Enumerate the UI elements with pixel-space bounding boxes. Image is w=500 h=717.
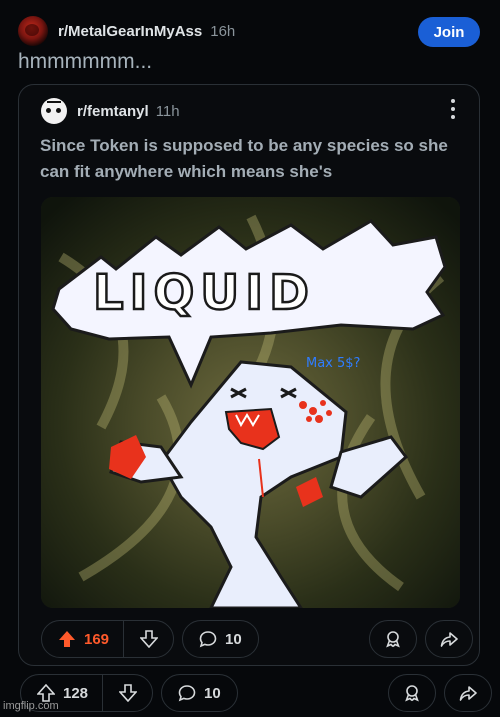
crosspost-downvote-button[interactable] bbox=[123, 620, 173, 658]
image-caption-text: LIQUID bbox=[93, 265, 315, 321]
upvote-icon[interactable] bbox=[58, 630, 76, 648]
crosspost-share-button[interactable] bbox=[424, 620, 473, 658]
crosspost-comment-count: 10 bbox=[225, 630, 242, 648]
share-icon bbox=[459, 686, 477, 701]
post-title[interactable]: hmmmmmm... bbox=[18, 50, 152, 74]
share-icon bbox=[440, 632, 458, 647]
imgflip-watermark: imgflip.com bbox=[3, 700, 59, 712]
post-image[interactable]: LIQUID Max 5$? bbox=[41, 197, 460, 608]
artist-signature: Max 5$? bbox=[306, 356, 360, 371]
post-header: r/MetalGearInMyAss 16h bbox=[18, 16, 235, 46]
post-time: 16h bbox=[210, 22, 236, 40]
post-downvote-button[interactable] bbox=[102, 674, 152, 712]
downvote-icon bbox=[118, 684, 137, 702]
crosspost-upvote-count: 169 bbox=[84, 630, 110, 648]
crosspost-vote-control: 169 bbox=[41, 620, 175, 658]
post-comment-count: 10 bbox=[204, 684, 221, 702]
post-award-button[interactable] bbox=[387, 674, 436, 712]
post-actions: 128 10 bbox=[20, 674, 492, 712]
award-icon bbox=[404, 685, 419, 702]
crosspost-award-button[interactable] bbox=[368, 620, 417, 658]
comment-icon bbox=[199, 631, 217, 648]
more-options-icon[interactable] bbox=[451, 99, 455, 119]
crosspost-time: 11h bbox=[155, 102, 180, 120]
crosspost-title[interactable]: Since Token is supposed to be any specie… bbox=[40, 133, 460, 185]
comment-icon bbox=[178, 685, 196, 702]
crosspost-subreddit-avatar[interactable] bbox=[41, 98, 67, 124]
post-share-button[interactable] bbox=[443, 674, 492, 712]
crosspost-actions: 169 10 bbox=[41, 620, 473, 658]
post-upvote-count: 128 bbox=[63, 684, 89, 702]
subreddit-name[interactable]: r/MetalGearInMyAss bbox=[58, 23, 202, 40]
crosspost-header: r/femtanyl 11h bbox=[41, 98, 180, 124]
award-icon bbox=[385, 631, 400, 648]
post-image-art: LIQUID Max 5$? bbox=[41, 197, 460, 608]
crosspost-comments-button[interactable]: 10 bbox=[182, 620, 259, 658]
subreddit-avatar[interactable] bbox=[18, 16, 48, 46]
crosspost-subreddit-name[interactable]: r/femtanyl bbox=[77, 103, 149, 120]
crosspost-card[interactable]: r/femtanyl 11h Since Token is supposed t… bbox=[18, 84, 480, 666]
join-button[interactable]: Join bbox=[418, 17, 480, 47]
downvote-icon bbox=[139, 630, 158, 648]
post-comments-button[interactable]: 10 bbox=[161, 674, 238, 712]
